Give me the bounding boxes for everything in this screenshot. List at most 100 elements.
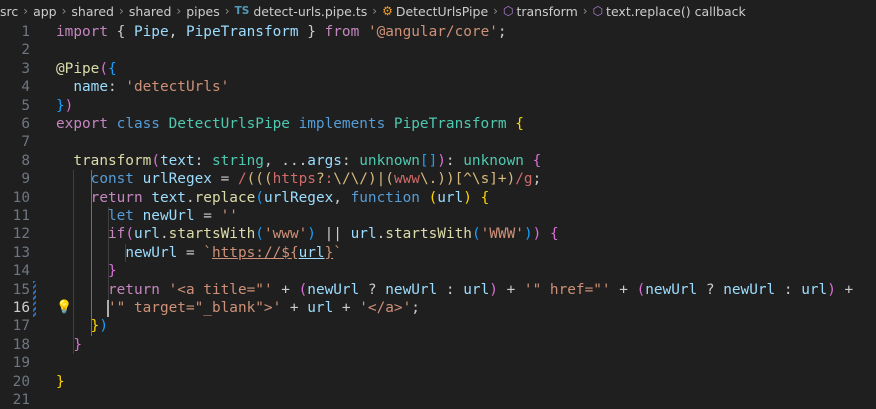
typescript-file-icon: TS bbox=[234, 5, 250, 17]
chevron-right-icon: › bbox=[372, 4, 378, 18]
chevron-right-icon: › bbox=[224, 4, 230, 18]
code-token: { bbox=[549, 226, 559, 243]
code-token: return bbox=[90, 189, 152, 206]
code-token: name bbox=[73, 79, 108, 96]
code-token: transform bbox=[73, 152, 152, 169]
code-token: ( bbox=[255, 189, 264, 206]
code-token: 'detectUrls' bbox=[125, 79, 230, 96]
code-token: url bbox=[437, 189, 464, 206]
code-token: ; bbox=[497, 24, 507, 40]
code-token: } bbox=[56, 373, 65, 390]
code-token: } bbox=[298, 24, 325, 40]
code-token: + bbox=[610, 281, 637, 298]
code-token: ` bbox=[203, 244, 212, 261]
code-token: : bbox=[107, 79, 126, 96]
breadcrumb-callback[interactable]: ⬡ text.replace() callback bbox=[593, 4, 746, 19]
indent-guide bbox=[73, 170, 75, 355]
code-token: ((( bbox=[246, 171, 273, 188]
code-token: '@angular/core' bbox=[367, 24, 498, 40]
code-token: { bbox=[532, 152, 542, 169]
code-token: )) bbox=[437, 171, 455, 188]
code-token: ( bbox=[298, 281, 308, 298]
code-token: export bbox=[56, 116, 117, 132]
code-token: ) bbox=[489, 281, 498, 298]
code-token: + bbox=[497, 281, 524, 298]
code-token: . bbox=[159, 226, 169, 243]
code-line: return '<a title="' + (newUrl ? newUrl :… bbox=[56, 281, 853, 299]
code-token: : bbox=[324, 171, 334, 188]
breadcrumb-shared-label: shared bbox=[71, 3, 114, 19]
code-line: } bbox=[56, 336, 82, 354]
breadcrumb-app[interactable]: app bbox=[33, 4, 57, 19]
code-token: urlRegex bbox=[263, 189, 334, 206]
breadcrumb-shared-2[interactable]: shared bbox=[129, 4, 172, 19]
code-token: function bbox=[350, 189, 429, 206]
code-token: = bbox=[177, 244, 204, 261]
code-token: : bbox=[775, 281, 802, 298]
code-line: export class DetectUrlsPipe implements P… bbox=[56, 115, 524, 133]
code-token: ( bbox=[428, 189, 438, 206]
code-token: : bbox=[341, 152, 360, 169]
code-token: + bbox=[272, 281, 299, 298]
code-token: } bbox=[56, 97, 65, 114]
breadcrumb: src › app › shared › shared › pipes › TS… bbox=[0, 0, 876, 22]
indent-guide bbox=[90, 170, 92, 336]
code-line: } bbox=[56, 373, 65, 391]
code-token: www bbox=[393, 171, 420, 188]
code-token: ( bbox=[99, 60, 108, 77]
breadcrumb-class-label: DetectUrlsPipe bbox=[395, 3, 489, 19]
code-token: replace bbox=[194, 189, 256, 206]
code-token: } bbox=[73, 336, 82, 353]
code-token: . bbox=[185, 189, 195, 206]
code-token: newUrl bbox=[142, 208, 195, 224]
code-token: / bbox=[237, 171, 247, 188]
code-token: DetectUrlsPipe bbox=[168, 116, 299, 132]
breadcrumb-pipes[interactable]: pipes bbox=[186, 4, 220, 19]
code-token: ( bbox=[151, 152, 160, 169]
code-token: /g bbox=[515, 171, 533, 188]
breadcrumb-src[interactable]: src bbox=[0, 4, 18, 19]
line-number: 11 bbox=[12, 208, 30, 224]
code-token: Pipe bbox=[133, 24, 169, 40]
line-number: 1 bbox=[21, 24, 30, 40]
code-token: ? bbox=[359, 281, 386, 298]
code-token: } bbox=[107, 263, 117, 280]
code-token: [^\s]+ bbox=[454, 171, 507, 188]
code-token: ) bbox=[463, 189, 472, 206]
breadcrumb-file[interactable]: TS detect-urls.pipe.ts bbox=[235, 4, 368, 19]
breadcrumb-src-label: src bbox=[0, 3, 19, 19]
code-line: '" target="_blank">' + url + '</a>'; bbox=[56, 299, 420, 317]
code-token: PipeTransform bbox=[185, 24, 299, 40]
code-token: \. bbox=[419, 171, 438, 188]
code-token: + bbox=[333, 300, 360, 316]
code-token: = bbox=[211, 171, 238, 188]
line-number: 6 bbox=[21, 116, 30, 132]
code-token: newUrl bbox=[125, 244, 178, 261]
code-token: from bbox=[324, 24, 368, 40]
code-token: https bbox=[272, 171, 316, 188]
breadcrumb-method[interactable]: ⬡ transform bbox=[503, 4, 578, 19]
code-token: let bbox=[107, 208, 143, 224]
code-token: { bbox=[515, 116, 524, 132]
chevron-right-icon: › bbox=[176, 4, 182, 18]
breadcrumb-class[interactable]: ⚙ DetectUrlsPipe bbox=[382, 4, 488, 19]
line-number: 16 bbox=[12, 300, 30, 316]
code-token: class bbox=[116, 116, 169, 132]
code-token: unknown bbox=[463, 152, 533, 169]
code-token: . bbox=[376, 226, 386, 243]
code-token: ) bbox=[307, 226, 316, 243]
line-number: 17 bbox=[12, 318, 30, 335]
breadcrumb-app-label: app bbox=[33, 3, 57, 19]
line-number: 21 bbox=[12, 392, 30, 408]
code-editor[interactable]: 1 2 3 4 5 6 7 8 9 10 11 12 13 14 15 16 17 18 19 20 21 💡 impo… bbox=[0, 22, 876, 408]
code-token: ; bbox=[532, 171, 542, 188]
code-token: , bbox=[333, 189, 351, 206]
breadcrumb-shared[interactable]: shared bbox=[71, 4, 114, 19]
code-token: ? bbox=[697, 281, 724, 298]
code-token: } bbox=[324, 244, 334, 261]
text-cursor bbox=[106, 300, 109, 317]
